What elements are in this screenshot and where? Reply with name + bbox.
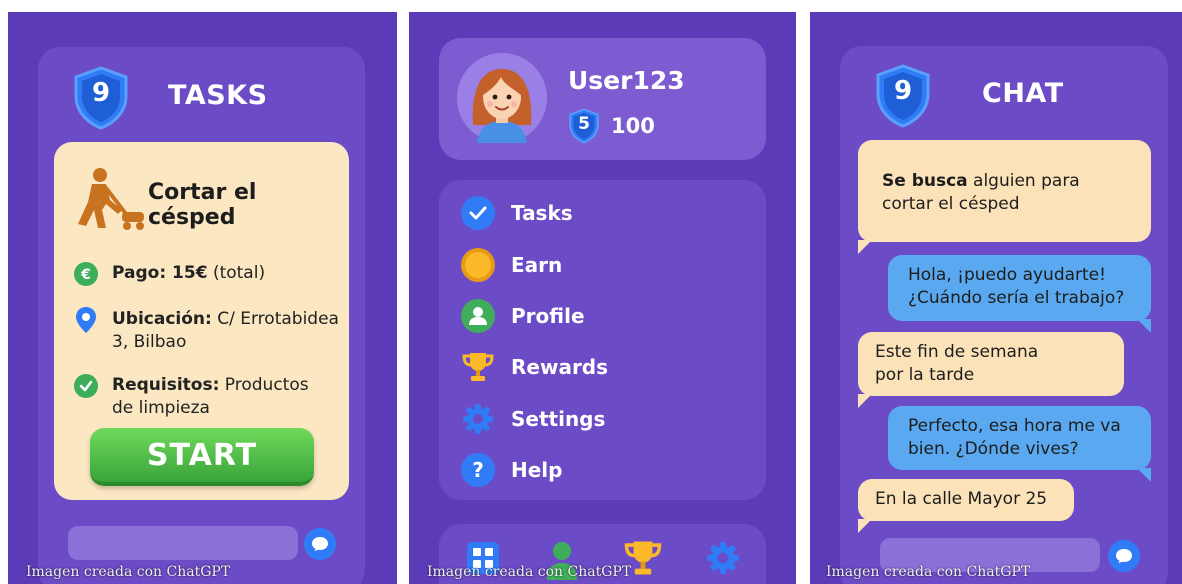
message-input[interactable] bbox=[68, 526, 298, 560]
help-icon: ? bbox=[461, 453, 495, 487]
username: User123 bbox=[568, 66, 685, 95]
location-value-line1: C/ Errotabidea bbox=[217, 309, 339, 329]
check-circle-icon bbox=[461, 196, 495, 230]
menu-item-help[interactable]: ? Help bbox=[461, 453, 562, 487]
gear-icon[interactable] bbox=[705, 540, 741, 576]
location-pin-icon bbox=[74, 307, 98, 333]
menu-item-label: Help bbox=[511, 458, 563, 482]
start-button[interactable]: START bbox=[90, 428, 314, 486]
menu-item-settings[interactable]: Settings bbox=[461, 402, 605, 436]
message-text: cortar el césped bbox=[882, 194, 1020, 214]
bubble-tail bbox=[1137, 319, 1151, 333]
message-text: por la tarde bbox=[875, 365, 975, 385]
task-location-row: Ubicación: C/ Errotabidea 3, Bilbao bbox=[74, 307, 339, 354]
menu-item-label: Tasks bbox=[511, 201, 573, 225]
avatar bbox=[457, 53, 547, 143]
message-text: Perfecto, esa hora me va bbox=[908, 416, 1121, 436]
requirements-value-line2: de limpieza bbox=[112, 398, 210, 418]
requirements-value-line1: Productos bbox=[224, 375, 309, 395]
task-title: Cortar el césped bbox=[148, 180, 257, 230]
message-text: ¿Cuándo sería el trabajo? bbox=[908, 288, 1125, 308]
check-circle-icon bbox=[74, 374, 98, 398]
task-requirements-row: Requisitos: Productos de limpieza bbox=[74, 374, 309, 420]
watermark: Imagen creada con ChatGPT bbox=[826, 564, 1031, 580]
trophy-icon bbox=[461, 350, 495, 384]
message-text: alguien para bbox=[967, 171, 1080, 191]
chat-message-outgoing: Perfecto, esa hora me va bien. ¿Dónde vi… bbox=[888, 406, 1151, 470]
chat-bubble-icon bbox=[1116, 549, 1132, 563]
euro-icon: € bbox=[74, 262, 98, 286]
menu-item-tasks[interactable]: Tasks bbox=[461, 196, 573, 230]
menu-item-earn[interactable]: Earn bbox=[461, 248, 562, 282]
chat-message-incoming: En la calle Mayor 25 bbox=[858, 479, 1074, 521]
requirements-label: Requisitos: bbox=[112, 375, 220, 395]
message-text: Este fin de semana bbox=[875, 342, 1039, 362]
pay-value: (total) bbox=[212, 263, 266, 283]
menu-panel: Tasks Earn Profile Rewards Settings ? He… bbox=[439, 180, 766, 500]
points: 100 bbox=[611, 114, 655, 138]
bubble-tail bbox=[858, 240, 872, 254]
page-title: CHAT bbox=[982, 78, 1064, 109]
message-bold-text: Se busca bbox=[882, 171, 968, 191]
tasks-screen: 9 TASKS Cortar el césped € Pago: 15€ (to… bbox=[8, 12, 397, 584]
lawn-mower-icon bbox=[78, 168, 144, 230]
svg-text:€: € bbox=[80, 267, 91, 283]
chat-bubble-icon bbox=[312, 537, 328, 551]
level-badge: 9 bbox=[91, 78, 111, 108]
chat-message-incoming: Este fin de semana por la tarde bbox=[858, 332, 1124, 396]
task-card[interactable]: Cortar el césped € Pago: 15€ (total) Ubi… bbox=[54, 142, 349, 500]
menu-item-profile[interactable]: Profile bbox=[461, 299, 585, 333]
message-text: bien. ¿Dónde vives? bbox=[908, 439, 1079, 459]
menu-screen: User123 5 100 Tasks Earn Profile Rewards… bbox=[409, 12, 796, 584]
chat-screen: 9 CHAT Se busca alguien para cortar el c… bbox=[810, 12, 1182, 584]
location-label: Ubicación: bbox=[112, 309, 212, 329]
location-value-line2: 3, Bilbao bbox=[112, 332, 187, 352]
message-text: Hola, ¡puedo ayudarte! bbox=[908, 265, 1106, 285]
chat-message-incoming: Se busca alguien para cortar el césped bbox=[858, 140, 1151, 242]
watermark: Imagen creada con ChatGPT bbox=[26, 564, 231, 580]
menu-item-label: Profile bbox=[511, 304, 585, 328]
level-badge: 9 bbox=[893, 76, 913, 106]
bubble-tail bbox=[858, 394, 872, 408]
watermark: Imagen creada con ChatGPT bbox=[427, 564, 632, 580]
message-text: En la calle Mayor 25 bbox=[875, 489, 1048, 509]
send-button[interactable] bbox=[304, 528, 336, 560]
level-badge: 5 bbox=[578, 114, 590, 134]
bubble-tail bbox=[1137, 468, 1151, 482]
task-pay-row: € Pago: 15€ (total) bbox=[74, 262, 265, 286]
menu-item-label: Settings bbox=[511, 407, 606, 431]
profile-card[interactable]: User123 5 100 bbox=[439, 38, 766, 160]
menu-item-label: Rewards bbox=[511, 355, 609, 379]
user-circle-icon bbox=[461, 299, 495, 333]
send-button[interactable] bbox=[1108, 540, 1140, 572]
pay-label: Pago: 15€ bbox=[112, 263, 208, 283]
svg-text:?: ? bbox=[472, 458, 484, 482]
gear-icon bbox=[461, 402, 495, 436]
menu-item-label: Earn bbox=[511, 253, 563, 277]
chat-message-outgoing: Hola, ¡puedo ayudarte! ¿Cuándo sería el … bbox=[888, 255, 1151, 321]
bubble-tail bbox=[858, 519, 872, 533]
page-title: TASKS bbox=[168, 80, 268, 111]
menu-item-rewards[interactable]: Rewards bbox=[461, 350, 608, 384]
coin-icon bbox=[461, 248, 495, 282]
